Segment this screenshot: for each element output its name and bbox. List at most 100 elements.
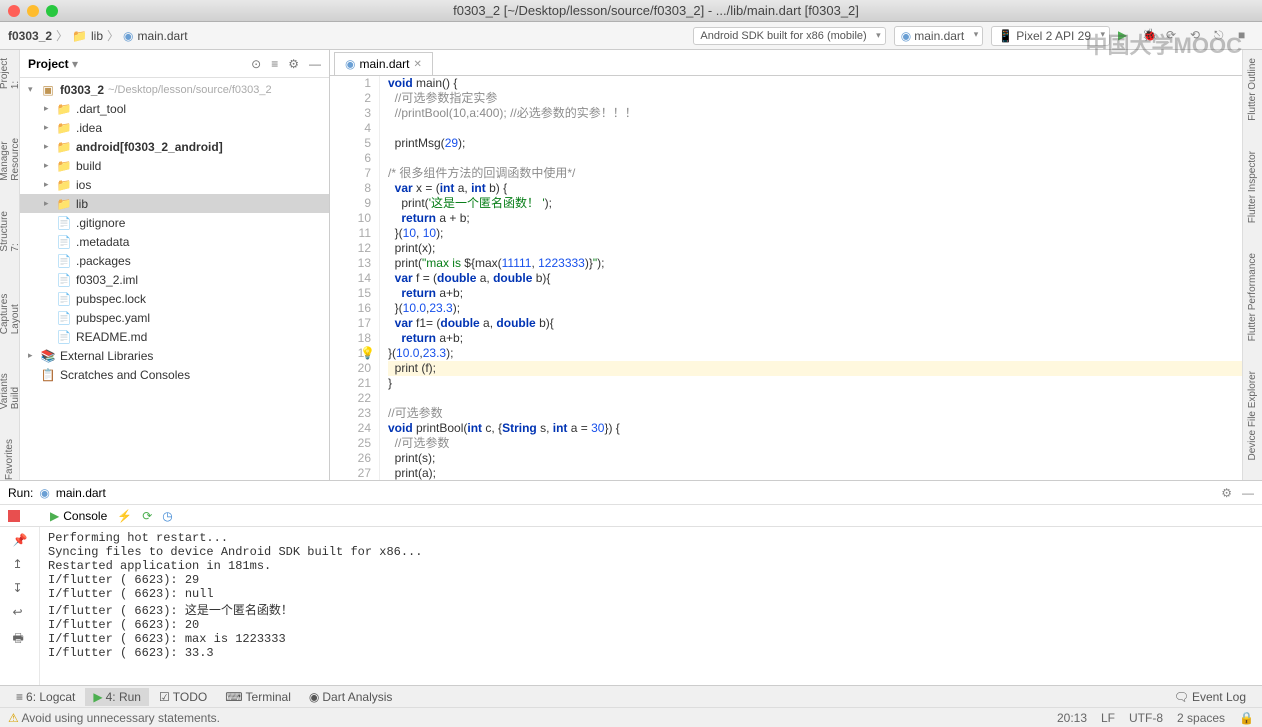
rail-flutter-outline[interactable]: Flutter Outline [1247, 58, 1258, 121]
rail-project[interactable]: 1: Project [0, 58, 21, 89]
rail-flutter-performance[interactable]: Flutter Performance [1247, 253, 1258, 341]
breadcrumb-folder[interactable]: lib [91, 29, 103, 43]
editor-body[interactable]: 1234567891011121314151617181920212223242… [330, 76, 1242, 480]
rail-layout-captures[interactable]: Layout Captures [0, 281, 21, 334]
rail-device-file-explorer[interactable]: Device File Explorer [1247, 371, 1258, 460]
project-tree[interactable]: ▾ ▣ f0303_2 ~/Desktop/lesson/source/f030… [20, 78, 329, 480]
window-controls [8, 5, 58, 17]
settings-icon[interactable]: ⚙ [288, 57, 299, 71]
tree-item-README-md[interactable]: 📄README.md [20, 327, 329, 346]
tree-item--dart_tool[interactable]: ▸📁.dart_tool [20, 99, 329, 118]
line-gutter: 1234567891011121314151617181920212223242… [330, 76, 380, 480]
avd-selector[interactable]: 📱 Pixel 2 API 29 [991, 26, 1110, 46]
breadcrumb-file[interactable]: main.dart [138, 29, 188, 43]
file-icon: 📄 [56, 235, 72, 249]
console-tab[interactable]: ▶ Console [50, 509, 107, 523]
device-selector[interactable]: Android SDK built for x86 (mobile) [693, 27, 885, 45]
profile-button[interactable]: ⟲ [1190, 28, 1206, 44]
stop-run-button[interactable] [8, 510, 20, 522]
rail-structure[interactable]: 7: Structure [0, 211, 21, 252]
status-caret-pos[interactable]: 20:13 [1057, 711, 1087, 725]
chevron-right-icon[interactable]: ▸ [28, 350, 40, 361]
debug-button[interactable]: 🐞 [1142, 28, 1158, 44]
tree-arrow-icon[interactable]: ▸ [44, 122, 56, 133]
tree-item-pubspec-lock[interactable]: 📄pubspec.lock [20, 289, 329, 308]
main-toolbar: f0303_2 〉 📁 lib 〉 ◉ main.dart Android SD… [0, 22, 1262, 50]
breadcrumb-root[interactable]: f0303_2 [8, 29, 52, 43]
scratch-icon: 📋 [40, 368, 56, 382]
status-lock-icon[interactable]: 🔒 [1239, 711, 1254, 725]
tree-external-libraries[interactable]: ▸ 📚 External Libraries [20, 346, 329, 365]
chevron-down-icon[interactable]: ▾ [28, 84, 40, 95]
run-subheader: ▶ Console ⚡ ⟳ ◷ [0, 505, 1262, 527]
run-settings-icon[interactable]: ⚙ [1221, 486, 1232, 500]
tree-arrow-icon[interactable]: ▸ [44, 198, 56, 209]
minimize-window-icon[interactable] [27, 5, 39, 17]
step-down-icon[interactable]: ↧ [13, 581, 27, 595]
run-button[interactable]: ▶ [1118, 28, 1134, 44]
tree-scratches[interactable]: 📋 Scratches and Consoles [20, 365, 329, 384]
status-bar: ⚠ Avoid using unnecessary statements. 20… [0, 707, 1262, 727]
dropdown-icon[interactable]: ▾ [72, 57, 78, 71]
chevron-right-icon: 〉 [56, 27, 68, 44]
tree-arrow-icon[interactable]: ▸ [44, 103, 56, 114]
code-content[interactable]: void main() { //可选参数指定实参 //printBool(10,… [380, 76, 1242, 480]
close-window-icon[interactable] [8, 5, 20, 17]
btab-event-log[interactable]: 🗨Event Log [1166, 688, 1254, 706]
tree-item-pubspec-yaml[interactable]: 📄pubspec.yaml [20, 308, 329, 327]
project-panel: Project ▾ ⊙ ≡ ⚙ — ▾ ▣ f0303_2 ~/Desktop/… [20, 50, 330, 480]
btab-todo[interactable]: ☑TODO [151, 688, 215, 706]
btab-logcat[interactable]: ≡6: Logcat [8, 688, 83, 706]
editor-tab-main[interactable]: ◉ main.dart ✕ [334, 52, 433, 75]
tree-item--gitignore[interactable]: 📄.gitignore [20, 213, 329, 232]
tree-item-label: .packages [76, 254, 131, 268]
attach-button[interactable]: ⎋ [1214, 28, 1230, 44]
btab-dart-analysis[interactable]: ◉Dart Analysis [301, 688, 401, 706]
hot-restart-icon[interactable]: ⟳ [142, 509, 152, 523]
print-icon[interactable]: 🖶 [13, 629, 27, 643]
close-tab-icon[interactable]: ✕ [414, 59, 422, 70]
tree-item-label: .idea [76, 121, 102, 135]
tree-item--idea[interactable]: ▸📁.idea [20, 118, 329, 137]
coverage-button[interactable]: ⟳ [1166, 28, 1182, 44]
btab-logcat-label: 6: Logcat [26, 690, 75, 704]
tree-arrow-icon[interactable]: ▸ [44, 141, 56, 152]
tree-item-ios[interactable]: ▸📁ios [20, 175, 329, 194]
open-devtools-icon[interactable]: ◷ [162, 509, 172, 523]
stop-button[interactable]: ■ [1238, 28, 1254, 44]
run-config-selector[interactable]: ◉ main.dart [894, 26, 984, 46]
rail-resource-manager[interactable]: Resource Manager [0, 119, 21, 181]
file-icon: 📄 [56, 330, 72, 344]
module-icon: ▣ [40, 83, 56, 97]
tree-item--packages[interactable]: 📄.packages [20, 251, 329, 270]
tree-arrow-icon[interactable]: ▸ [44, 160, 56, 171]
status-indent[interactable]: 2 spaces [1177, 711, 1225, 725]
zoom-window-icon[interactable] [46, 5, 58, 17]
hide-icon[interactable]: — [309, 57, 321, 71]
right-tool-rail: Flutter Outline Flutter Inspector Flutte… [1242, 50, 1262, 480]
hot-reload-icon[interactable]: ⚡ [117, 509, 132, 523]
tree-item-lib[interactable]: ▸📁lib [20, 194, 329, 213]
rail-flutter-inspector[interactable]: Flutter Inspector [1247, 151, 1258, 223]
tree-arrow-icon[interactable]: ▸ [44, 179, 56, 190]
expand-all-icon[interactable]: ≡ [271, 57, 278, 71]
select-opened-icon[interactable]: ⊙ [251, 57, 261, 71]
tree-item-f0303_2-iml[interactable]: 📄f0303_2.iml [20, 270, 329, 289]
wrap-icon[interactable]: ↩ [13, 605, 27, 619]
tree-item-android[interactable]: ▸📁android [f0303_2_android] [20, 137, 329, 156]
attach-debugger-icon[interactable]: 📌 [13, 533, 27, 547]
tree-item-build[interactable]: ▸📁build [20, 156, 329, 175]
btab-terminal[interactable]: ⌨Terminal [217, 688, 299, 706]
btab-run[interactable]: ▶4: Run [85, 688, 149, 706]
rail-favorites[interactable]: Favorites [4, 439, 15, 480]
rail-build-variants[interactable]: Build Variants [0, 365, 21, 409]
step-up-icon[interactable]: ↥ [13, 557, 27, 571]
run-left-actions: 📌 ↥ ↧ ↩ 🖶 [0, 527, 40, 685]
tree-item--metadata[interactable]: 📄.metadata [20, 232, 329, 251]
project-panel-title[interactable]: Project [28, 57, 69, 71]
run-hide-icon[interactable]: — [1242, 486, 1254, 500]
status-line-ending[interactable]: LF [1101, 711, 1115, 725]
status-encoding[interactable]: UTF-8 [1129, 711, 1163, 725]
tree-root[interactable]: ▾ ▣ f0303_2 ~/Desktop/lesson/source/f030… [20, 80, 329, 99]
console-output[interactable]: Performing hot restart... Syncing files … [40, 527, 1262, 685]
